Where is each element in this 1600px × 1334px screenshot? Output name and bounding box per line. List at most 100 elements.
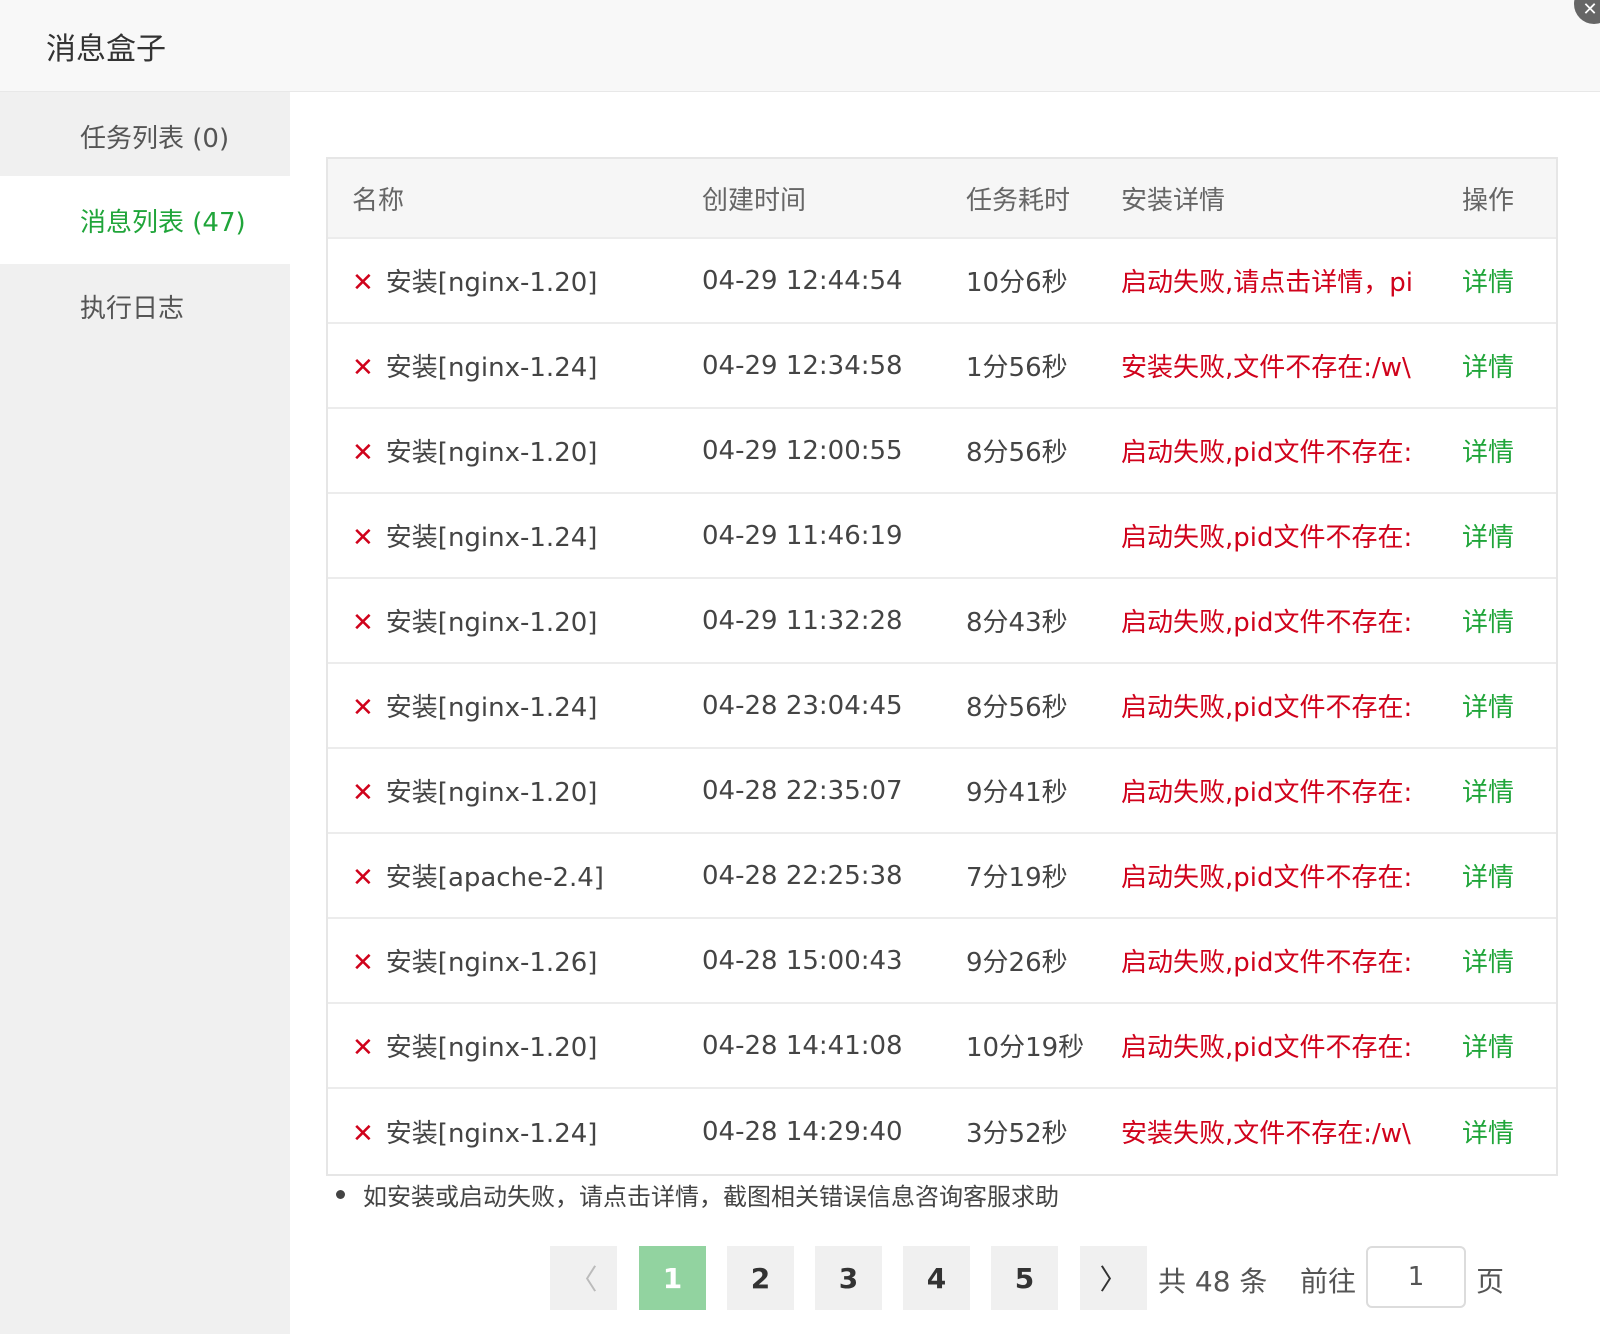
column-header-duration: 任务耗时 <box>966 185 1071 216</box>
table-row: ✕ 安装[nginx-1.24] 04-29 12:34:58 1分56秒 安装失败,文… <box>328 324 1556 409</box>
dialog-header: 消息盒子 ✕ <box>0 0 1600 92</box>
next-page-button[interactable]: 〉 <box>1080 1246 1147 1310</box>
install-detail: 启动失败,pid文件不存在: <box>1121 778 1413 808</box>
task-duration: 3分52秒 <box>966 1119 1068 1149</box>
task-name: 安装[nginx-1.20] <box>385 268 598 298</box>
sidebar-item-task-list[interactable]: 任务列表 (0) <box>0 92 290 180</box>
close-x-icon: ✕ <box>352 1033 374 1063</box>
created-time: 04-28 14:29:40 <box>702 1116 903 1147</box>
column-header-install-detail: 安装详情 <box>1121 185 1226 216</box>
table-row: ✕ 安装[nginx-1.20] 04-28 22:35:07 9分41秒 启动失败,p… <box>328 749 1556 834</box>
page-button-5[interactable]: 5 <box>991 1246 1058 1310</box>
sidebar-item-message-list[interactable]: 消息列表 (47) <box>0 176 290 264</box>
detail-link[interactable]: 详情 <box>1462 687 1514 724</box>
row-name-cell: ✕ 安装[nginx-1.24] <box>352 687 597 724</box>
close-x-icon: ✕ <box>352 863 374 893</box>
task-name: 安装[nginx-1.24] <box>385 1119 598 1149</box>
created-time: 04-28 22:35:07 <box>702 775 903 806</box>
close-x-icon: ✕ <box>352 268 374 298</box>
goto-label: 前往 <box>1300 1265 1357 1298</box>
detail-link[interactable]: 详情 <box>1462 942 1514 979</box>
close-icon[interactable]: ✕ <box>1574 0 1600 24</box>
task-name: 安装[nginx-1.26] <box>385 948 598 978</box>
row-name-cell: ✕ 安装[nginx-1.24] <box>352 517 597 554</box>
detail-link[interactable]: 详情 <box>1462 347 1514 384</box>
detail-link[interactable]: 详情 <box>1462 1027 1514 1064</box>
sidebar-item-execution-log[interactable]: 执行日志 <box>0 262 290 350</box>
page-unit-label: 页 <box>1476 1265 1505 1298</box>
chevron-left-icon: 〈 <box>569 1263 598 1296</box>
page-button-1[interactable]: 1 <box>639 1246 706 1310</box>
close-x-icon: ✕ <box>352 1119 374 1149</box>
created-time: 04-29 12:44:54 <box>702 265 903 296</box>
row-name-cell: ✕ 安装[nginx-1.20] <box>352 262 597 299</box>
task-duration: 8分56秒 <box>966 693 1068 723</box>
detail-link[interactable]: 详情 <box>1462 772 1514 809</box>
page-button-3[interactable]: 3 <box>815 1246 882 1310</box>
close-x-icon: ✕ <box>352 778 374 808</box>
close-x-icon: ✕ <box>352 523 374 553</box>
table-row: ✕ 安装[apache-2.4] 04-28 22:25:38 7分19秒 启动失败,p… <box>328 834 1556 919</box>
task-name: 安装[nginx-1.20] <box>385 1033 598 1063</box>
page-button-2[interactable]: 2 <box>727 1246 794 1310</box>
install-detail: 启动失败,pid文件不存在: <box>1121 608 1413 638</box>
detail-link[interactable]: 详情 <box>1462 857 1514 894</box>
sidebar-item-label: 消息列表 (47) <box>80 207 246 238</box>
row-name-cell: ✕ 安装[nginx-1.20] <box>352 1027 597 1064</box>
created-time: 04-29 12:00:55 <box>702 435 903 466</box>
task-duration: 7分19秒 <box>966 863 1068 893</box>
table-row: ✕ 安装[nginx-1.20] 04-28 14:41:08 10分19秒 启动失败,… <box>328 1004 1556 1089</box>
row-name-cell: ✕ 安装[nginx-1.24] <box>352 1113 597 1150</box>
table-row: ✕ 安装[nginx-1.26] 04-28 15:00:43 9分26秒 启动失败,p… <box>328 919 1556 1004</box>
goto-page-input[interactable] <box>1366 1246 1466 1308</box>
install-detail: 启动失败,pid文件不存在: <box>1121 1033 1413 1063</box>
page-button-4[interactable]: 4 <box>903 1246 970 1310</box>
dialog-title: 消息盒子 <box>46 32 166 67</box>
install-detail: 安装失败,文件不存在:/w\ <box>1121 1119 1411 1149</box>
created-time: 04-29 12:34:58 <box>702 350 903 381</box>
table-row: ✕ 安装[nginx-1.24] 04-28 23:04:45 8分56秒 启动失败,p… <box>328 664 1556 749</box>
chevron-right-icon: 〉 <box>1099 1263 1128 1296</box>
row-name-cell: ✕ 安装[apache-2.4] <box>352 857 604 894</box>
close-x-icon: ✕ <box>352 948 374 978</box>
task-name: 安装[nginx-1.24] <box>385 353 598 383</box>
sidebar: 任务列表 (0) 消息列表 (47) 执行日志 <box>0 92 290 1334</box>
detail-link[interactable]: 详情 <box>1462 432 1514 469</box>
created-time: 04-28 22:25:38 <box>702 860 903 891</box>
row-name-cell: ✕ 安装[nginx-1.20] <box>352 602 597 639</box>
task-name: 安装[nginx-1.20] <box>385 608 598 638</box>
task-duration: 8分43秒 <box>966 608 1068 638</box>
detail-link[interactable]: 详情 <box>1462 1113 1514 1150</box>
table-row: ✕ 安装[nginx-1.20] 04-29 12:44:54 10分6秒 启动失败,请… <box>328 239 1556 324</box>
sidebar-item-label: 执行日志 <box>80 293 185 324</box>
task-name: 安装[nginx-1.24] <box>385 693 598 723</box>
help-note: 如安装或启动失败，请点击详情，截图相关错误信息咨询客服求助 <box>336 1177 1059 1212</box>
task-name: 安装[apache-2.4] <box>385 863 604 893</box>
sidebar-item-label: 任务列表 (0) <box>80 123 230 154</box>
task-duration: 9分26秒 <box>966 948 1068 978</box>
created-time: 04-29 11:32:28 <box>702 605 903 636</box>
task-name: 安装[nginx-1.20] <box>385 438 598 468</box>
table-row: ✕ 安装[nginx-1.24] 04-28 14:29:40 3分52秒 安装失败,文… <box>328 1089 1556 1174</box>
detail-link[interactable]: 详情 <box>1462 517 1514 554</box>
total-count: 共 48 条 <box>1158 1265 1268 1298</box>
created-time: 04-28 15:00:43 <box>702 945 903 976</box>
install-detail: 启动失败,pid文件不存在: <box>1121 523 1413 553</box>
table-row: ✕ 安装[nginx-1.24] 04-29 11:46:19 启动失败,pid文件不… <box>328 494 1556 579</box>
message-table: 名称 创建时间 任务耗时 安装详情 操作 ✕ 安装[nginx-1.20] 04-2… <box>326 157 1558 1176</box>
table-row: ✕ 安装[nginx-1.20] 04-29 12:00:55 8分56秒 启动失败,p… <box>328 409 1556 494</box>
install-detail: 启动失败,请点击详情，pi <box>1121 268 1413 298</box>
detail-link[interactable]: 详情 <box>1462 602 1514 639</box>
detail-link[interactable]: 详情 <box>1462 262 1514 299</box>
row-name-cell: ✕ 安装[nginx-1.20] <box>352 772 597 809</box>
prev-page-button[interactable]: 〈 <box>550 1246 617 1310</box>
task-duration: 10分19秒 <box>966 1033 1085 1063</box>
bullet-icon <box>336 1190 345 1199</box>
created-time: 04-29 11:46:19 <box>702 520 903 551</box>
close-x-icon: ✕ <box>352 438 374 468</box>
task-duration: 1分56秒 <box>966 353 1068 383</box>
install-detail: 启动失败,pid文件不存在: <box>1121 948 1413 978</box>
task-name: 安装[nginx-1.20] <box>385 778 598 808</box>
column-header-name: 名称 <box>352 185 405 216</box>
pagination: 〈 1 2 3 4 5 〉 共 48 条 前往 页 <box>290 1246 1600 1310</box>
